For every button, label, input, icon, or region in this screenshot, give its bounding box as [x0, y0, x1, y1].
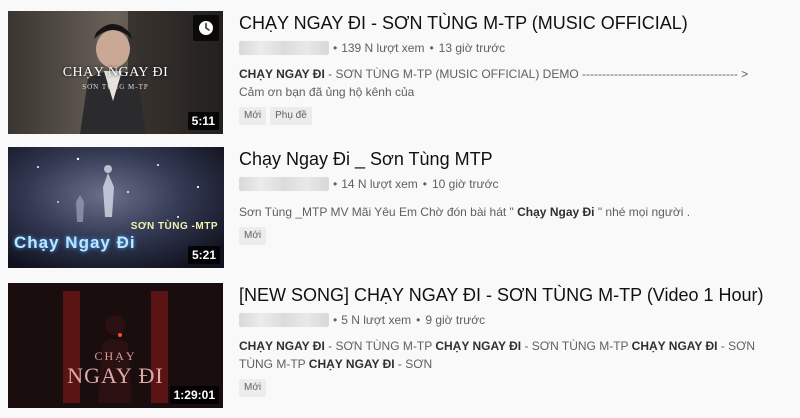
badge-subtitles: Phụ đề — [270, 107, 312, 125]
view-count: 14 N lượt xem — [341, 177, 418, 191]
video-result: SƠN TÙNG -MTP Chạy Ngay Đi 5:21 Chạy Nga… — [8, 147, 792, 273]
video-thumbnail[interactable]: SƠN TÙNG -MTP Chạy Ngay Đi 5:21 — [8, 147, 224, 268]
video-title[interactable]: Chạy Ngay Đi _ Sơn Tùng MTP — [239, 147, 791, 171]
video-result: CHẠY NGAY ĐI SƠN TÙNG M-TP 5:11 CHẠY NGA… — [8, 11, 792, 137]
view-count: 5 N lượt xem — [341, 313, 412, 327]
description-highlight: CHẠY NGAY ĐI — [308, 357, 395, 371]
video-title[interactable]: CHẠY NGAY ĐI - SƠN TÙNG M-TP (MUSIC OFFI… — [239, 11, 791, 35]
badge-list: Mới — [239, 379, 791, 397]
thumbnail-title: Chạy Ngay Đi — [14, 233, 136, 252]
video-meta: • 5 N lượt xem • 9 giờ trước — [239, 311, 791, 329]
thumbnail-subtitle: SƠN TÙNG M-TP — [82, 83, 149, 91]
watch-later-button[interactable] — [193, 15, 219, 41]
video-duration: 5:21 — [187, 246, 220, 264]
meta-separator: • — [333, 313, 338, 327]
meta-separator: • — [422, 177, 427, 191]
thumbnail-subtitle: SƠN TÙNG -MTP — [130, 221, 218, 232]
video-description: CHẠY NGAY ĐI - SƠN TÙNG M-TP (MUSIC OFFI… — [239, 65, 769, 101]
meta-separator: • — [416, 313, 421, 327]
description-text: " nhé mọi người . — [594, 205, 691, 219]
description-text: - SƠN — [394, 357, 433, 371]
description-highlight: CHẠY NGAY ĐI — [631, 339, 718, 353]
video-duration: 5:11 — [187, 112, 219, 130]
thumbnail-title: CHẠY NGAY ĐI — [62, 65, 169, 80]
upload-age: 10 giờ trước — [432, 177, 499, 191]
thumbnail-title-top: CHẠY — [94, 349, 137, 363]
search-results: CHẠY NGAY ĐI SƠN TÙNG M-TP 5:11 CHẠY NGA… — [0, 0, 800, 418]
channel-name-blurred[interactable] — [239, 313, 329, 327]
video-description: CHẠY NGAY ĐI - SƠN TÙNG M-TP CHẠY NGAY Đ… — [239, 337, 779, 373]
video-result: CHẠY NGAY ĐI 1:29:01 [NEW SONG] CHẠY NGA… — [8, 283, 792, 409]
video-meta: • 139 N lượt xem • 13 giờ trước — [239, 39, 791, 57]
description-highlight: Chạy Ngay Đi — [517, 205, 595, 219]
badge-new: Mới — [239, 227, 267, 245]
video-info: CHẠY NGAY ĐI - SƠN TÙNG M-TP (MUSIC OFFI… — [239, 11, 791, 125]
channel-name-blurred[interactable] — [239, 41, 329, 55]
video-meta: • 14 N lượt xem • 10 giờ trước — [239, 175, 791, 193]
meta-separator: • — [429, 41, 434, 55]
badge-new: Mới — [239, 107, 267, 125]
upload-age: 13 giờ trước — [438, 41, 506, 55]
badge-list: Mới — [239, 227, 791, 245]
meta-separator: • — [333, 41, 338, 55]
video-thumbnail[interactable]: CHẠY NGAY ĐI 1:29:01 — [8, 283, 223, 408]
description-highlight: CHẠY NGAY ĐI — [435, 339, 522, 353]
description-highlight: CHẠY NGAY ĐI — [239, 339, 325, 353]
video-info: Chạy Ngay Đi _ Sơn Tùng MTP • 14 N lượt … — [239, 147, 791, 245]
description-text: - SƠN TÙNG M-TP — [521, 339, 632, 353]
badge-list: Mới Phụ đề — [239, 107, 791, 125]
video-description: Sơn Tùng _MTP MV Mãi Yêu Em Chờ đón bài … — [239, 203, 769, 221]
description-text: - SƠN TÙNG M-TP — [324, 339, 436, 353]
video-title[interactable]: [NEW SONG] CHẠY NGAY ĐI - SƠN TÙNG M-TP … — [239, 283, 791, 307]
upload-age: 9 giờ trước — [425, 313, 486, 327]
video-thumbnail[interactable]: CHẠY NGAY ĐI SƠN TÙNG M-TP 5:11 — [8, 11, 223, 134]
badge-new: Mới — [239, 379, 267, 397]
channel-name-blurred[interactable] — [239, 177, 329, 191]
description-text: Sơn Tùng _MTP MV Mãi Yêu Em Chờ đón bài … — [239, 205, 518, 219]
description-highlight: CHẠY NGAY ĐI — [239, 67, 325, 81]
meta-separator: • — [333, 177, 338, 191]
view-count: 139 N lượt xem — [341, 41, 425, 55]
video-duration: 1:29:01 — [169, 386, 219, 404]
video-info: [NEW SONG] CHẠY NGAY ĐI - SƠN TÙNG M-TP … — [239, 283, 791, 397]
clock-icon — [199, 21, 213, 35]
